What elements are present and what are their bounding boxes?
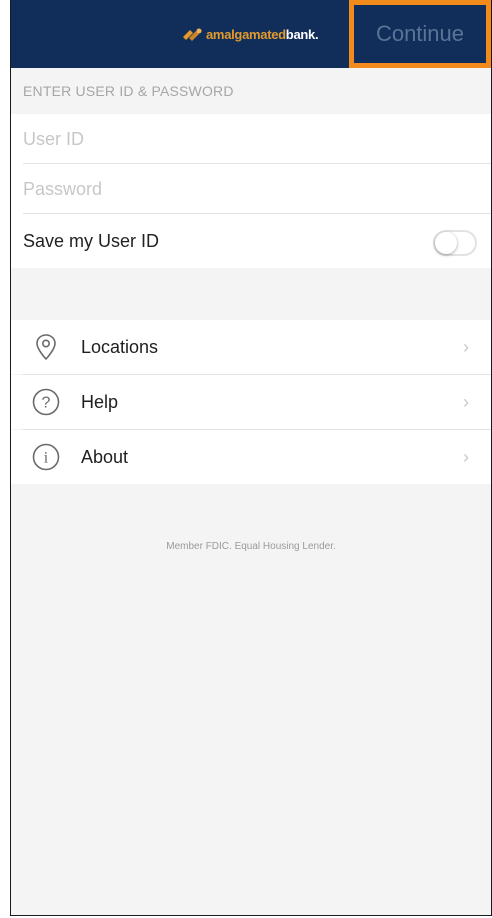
menu-item-locations[interactable]: Locations › bbox=[11, 320, 491, 374]
bank-logo: amalgamatedbank. bbox=[181, 24, 319, 44]
menu-item-about[interactable]: i About › bbox=[11, 430, 491, 484]
svg-text:i: i bbox=[44, 450, 49, 467]
logo-text-amalgamated: amalgamated bbox=[206, 26, 286, 42]
login-section-title: ENTER USER ID & PASSWORD bbox=[11, 68, 491, 114]
location-pin-icon bbox=[36, 334, 56, 361]
chevron-right-icon: › bbox=[463, 391, 469, 412]
app-screen: amalgamatedbank. Continue ENTER USER ID … bbox=[10, 0, 492, 916]
logo-text-bank: bank. bbox=[285, 26, 319, 42]
fdic-disclaimer: Member FDIC. Equal Housing Lender. bbox=[166, 541, 336, 552]
continue-button[interactable]: Continue bbox=[349, 0, 491, 68]
password-row bbox=[11, 164, 491, 214]
chevron-right-icon: › bbox=[463, 336, 469, 357]
menu-item-help[interactable]: ? Help › bbox=[11, 375, 491, 429]
menu-item-label: Help bbox=[81, 391, 119, 412]
user-id-field[interactable] bbox=[23, 128, 443, 150]
save-user-id-toggle[interactable] bbox=[433, 230, 477, 256]
menu-item-label: About bbox=[81, 446, 129, 467]
logo-wordmark: amalgamatedbank. bbox=[206, 26, 319, 42]
logo-mark-icon bbox=[181, 27, 203, 41]
password-field[interactable] bbox=[23, 178, 443, 200]
user-id-row bbox=[11, 114, 491, 164]
menu-item-label: Locations bbox=[81, 336, 159, 357]
toggle-knob bbox=[435, 232, 457, 254]
svg-text:?: ? bbox=[42, 395, 51, 412]
question-circle-icon: ? bbox=[32, 388, 60, 416]
top-navbar: amalgamatedbank. Continue bbox=[11, 0, 491, 68]
save-user-id-row: Save my User ID bbox=[11, 214, 491, 268]
save-user-id-label: Save my User ID bbox=[23, 230, 160, 251]
info-circle-icon: i bbox=[32, 443, 60, 471]
chevron-right-icon: › bbox=[463, 446, 469, 467]
